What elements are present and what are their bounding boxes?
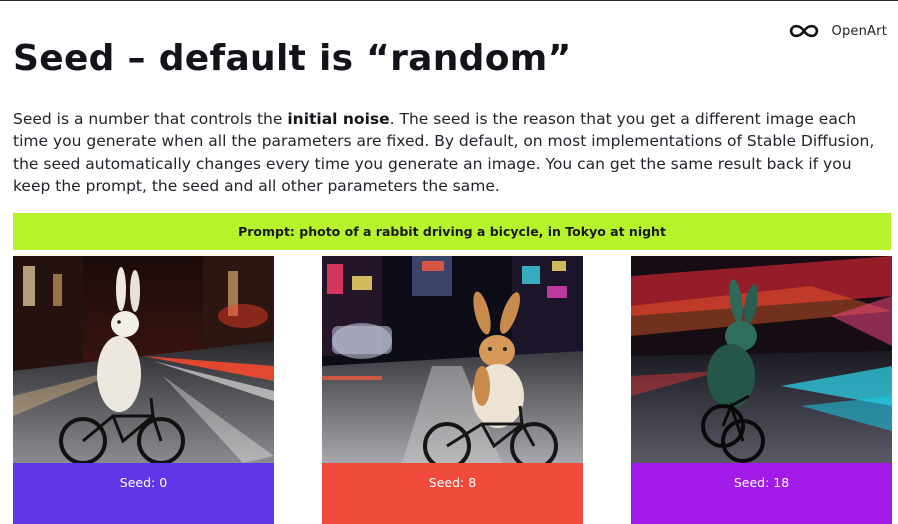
brand[interactable]: OpenArt xyxy=(788,22,887,40)
page-title: Seed – default is “random” xyxy=(13,38,572,79)
rabbit-bicycle-image-seed-18 xyxy=(631,256,892,463)
prompt-text: Prompt: photo of a rabbit driving a bicy… xyxy=(238,224,666,239)
seed-label-18: Seed: 18 xyxy=(631,463,892,524)
seed-card-18: Seed: 18 xyxy=(631,256,892,524)
seed-card-8: Seed: 8 xyxy=(322,256,583,524)
seed-label-0: Seed: 0 xyxy=(13,463,274,524)
seed-card-0: Seed: 0 xyxy=(13,256,274,524)
top-rule xyxy=(0,0,898,1)
infinity-icon xyxy=(789,24,818,38)
intro-bold-term: initial noise xyxy=(287,110,390,128)
intro-text-start: Seed is a number that controls the xyxy=(13,110,288,128)
intro-paragraph: Seed is a number that controls the initi… xyxy=(13,108,889,197)
rabbit-bicycle-image-seed-8 xyxy=(322,256,583,463)
seed-label-8: Seed: 8 xyxy=(322,463,583,524)
prompt-banner: Prompt: photo of a rabbit driving a bicy… xyxy=(13,213,891,250)
brand-name: OpenArt xyxy=(831,23,887,39)
rabbit-bicycle-image-seed-0 xyxy=(13,256,274,463)
